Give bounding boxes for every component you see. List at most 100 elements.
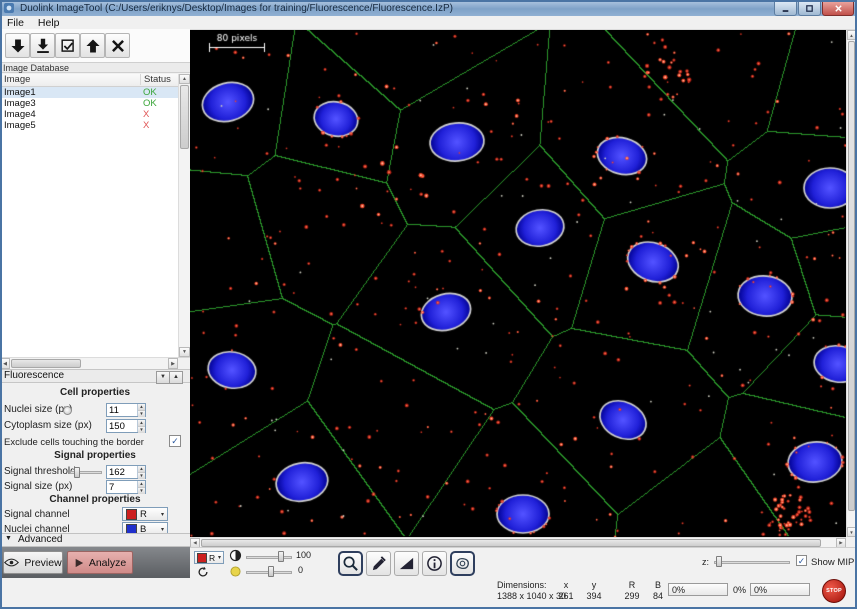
- table-horizontal-scrollbar[interactable]: ◀ ▶: [0, 357, 178, 369]
- stepper-up-icon[interactable]: ▲: [138, 420, 145, 427]
- verify-images-button[interactable]: [55, 33, 80, 58]
- threshold-input[interactable]: [107, 466, 137, 478]
- signal-channel-select[interactable]: R ▾: [122, 507, 168, 521]
- brightness-icon[interactable]: [230, 566, 241, 580]
- stepper-up-icon[interactable]: ▲: [138, 404, 145, 411]
- cytoplasm-size-stepper[interactable]: ▲▼: [106, 419, 146, 433]
- signal-channel-label: Signal channel: [4, 509, 70, 520]
- export-button[interactable]: [80, 33, 105, 58]
- menu-help[interactable]: Help: [31, 17, 67, 29]
- show-mip-checkbox[interactable]: ✓: [796, 555, 807, 566]
- scroll-left-icon[interactable]: ◀: [0, 358, 10, 369]
- menu-bar: File Help: [0, 16, 857, 30]
- maximize-button[interactable]: [798, 1, 821, 16]
- signal-size-input[interactable]: [107, 481, 137, 493]
- scrollbar-thumb[interactable]: [848, 41, 855, 511]
- image-vertical-scrollbar[interactable]: ▲ ▼: [846, 30, 856, 537]
- progress-mid-value: 0%: [733, 585, 746, 595]
- nuclei-size-input[interactable]: [107, 404, 137, 416]
- dropdown-arrow-icon: ▾: [218, 554, 221, 561]
- table-row[interactable]: Image4 X: [0, 109, 178, 120]
- menu-file[interactable]: File: [0, 17, 31, 29]
- preview-button[interactable]: Preview: [3, 551, 63, 574]
- minimize-button[interactable]: [774, 1, 797, 16]
- table-row[interactable]: Image3 OK: [0, 98, 178, 109]
- magnifier-icon: [342, 555, 359, 572]
- stepper-down-icon[interactable]: ▼: [138, 411, 145, 417]
- scrollbar-thumb[interactable]: [201, 539, 821, 547]
- expand-panel-button[interactable]: ▲: [169, 371, 183, 384]
- dropdown-arrow-icon: ▾: [161, 511, 164, 518]
- table-row[interactable]: Image5 X: [0, 120, 178, 131]
- level-min-slider-thumb[interactable]: [268, 566, 274, 577]
- preset-label[interactable]: Fluorescence: [4, 370, 64, 382]
- stop-button[interactable]: STOP: [822, 579, 846, 603]
- scrollbar-thumb[interactable]: [180, 85, 189, 149]
- window-controls: [774, 1, 854, 16]
- level-max-slider-thumb[interactable]: [278, 551, 284, 562]
- analyze-button[interactable]: Analyze: [67, 551, 133, 574]
- import-stack-button[interactable]: [30, 33, 55, 58]
- threshold-slider-thumb[interactable]: [74, 467, 80, 478]
- threshold-tool-button[interactable]: [394, 551, 419, 576]
- image-database-caption: Image Database: [0, 62, 190, 73]
- mip-view-button[interactable]: [450, 551, 475, 576]
- z-slider-track[interactable]: [714, 561, 790, 564]
- stepper-up-icon[interactable]: ▲: [138, 466, 145, 473]
- scroll-up-icon[interactable]: ▲: [179, 74, 190, 84]
- title-bar: Duolink ImageTool (C:/Users/eriknys/Desk…: [0, 0, 857, 16]
- progress-bar: 0%: [668, 583, 728, 596]
- table-row[interactable]: Image1 OK: [0, 87, 178, 98]
- ramp-icon: [398, 555, 415, 572]
- level-max-slider-track[interactable]: [246, 556, 292, 559]
- add-image-button[interactable]: [5, 33, 30, 58]
- delete-x-icon: [110, 38, 126, 54]
- chevron-up-icon: ▲: [173, 374, 179, 380]
- cytoplasm-size-input[interactable]: [107, 420, 137, 432]
- cell-properties-header: Cell properties: [0, 387, 190, 398]
- column-header-image[interactable]: Image: [4, 74, 30, 85]
- zoom-tool-button[interactable]: [338, 551, 363, 576]
- advanced-section-toggle[interactable]: ▼ Advanced: [0, 533, 190, 547]
- coord-y-value: 394: [577, 591, 611, 601]
- table-header: Image Status: [0, 74, 178, 87]
- z-slider-thumb[interactable]: [716, 556, 722, 567]
- scroll-right-icon[interactable]: ▶: [168, 358, 178, 369]
- collapse-panel-button[interactable]: ▼: [156, 371, 170, 384]
- application-window: Duolink ImageTool (C:/Users/eriknys/Desk…: [0, 0, 857, 609]
- scrollbar-thumb[interactable]: [11, 359, 81, 368]
- threshold-stepper[interactable]: ▲▼: [106, 465, 146, 479]
- stepper-down-icon[interactable]: ▼: [138, 473, 145, 479]
- level-min-value: 0: [298, 565, 303, 575]
- scroll-up-icon[interactable]: ▲: [847, 30, 856, 40]
- nuclei-size-knob[interactable]: [63, 406, 72, 415]
- download-arrow-icon: [10, 38, 26, 54]
- display-channel-select[interactable]: R ▾: [194, 551, 224, 564]
- contrast-icon[interactable]: [229, 549, 242, 565]
- stepper-up-icon[interactable]: ▲: [138, 481, 145, 488]
- main-toolbar: [0, 29, 190, 62]
- scroll-down-icon[interactable]: ▼: [179, 347, 190, 357]
- preset-bar: Fluorescence ▼ ▲: [0, 369, 190, 383]
- status-badge: OK: [140, 87, 177, 98]
- remove-image-button[interactable]: [105, 33, 130, 58]
- expand-triangle-icon: ▼: [5, 535, 12, 542]
- check-icon: ✓: [171, 436, 179, 446]
- chevron-down-icon: ▼: [160, 374, 166, 380]
- stepper-down-icon[interactable]: ▼: [138, 427, 145, 433]
- status-badge: X: [140, 109, 177, 120]
- close-button[interactable]: [822, 1, 854, 16]
- scroll-down-icon[interactable]: ▼: [847, 527, 856, 537]
- info-button[interactable]: [422, 551, 447, 576]
- preview-label: Preview: [24, 557, 61, 569]
- table-vertical-scrollbar[interactable]: ▲ ▼: [178, 74, 190, 357]
- progress-value: 0%: [754, 585, 767, 595]
- fluorescence-image[interactable]: [190, 30, 846, 537]
- reset-levels-button[interactable]: [197, 566, 209, 581]
- column-header-status[interactable]: Status: [140, 74, 178, 85]
- exclude-border-checkbox[interactable]: ✓: [169, 435, 181, 447]
- nuclei-size-stepper[interactable]: ▲▼: [106, 403, 146, 417]
- signal-size-stepper[interactable]: ▲▼: [106, 480, 146, 494]
- picker-tool-button[interactable]: [366, 551, 391, 576]
- parameters-panel: Cell properties Nuclei size (px) ▲▼ Cyto…: [0, 384, 190, 547]
